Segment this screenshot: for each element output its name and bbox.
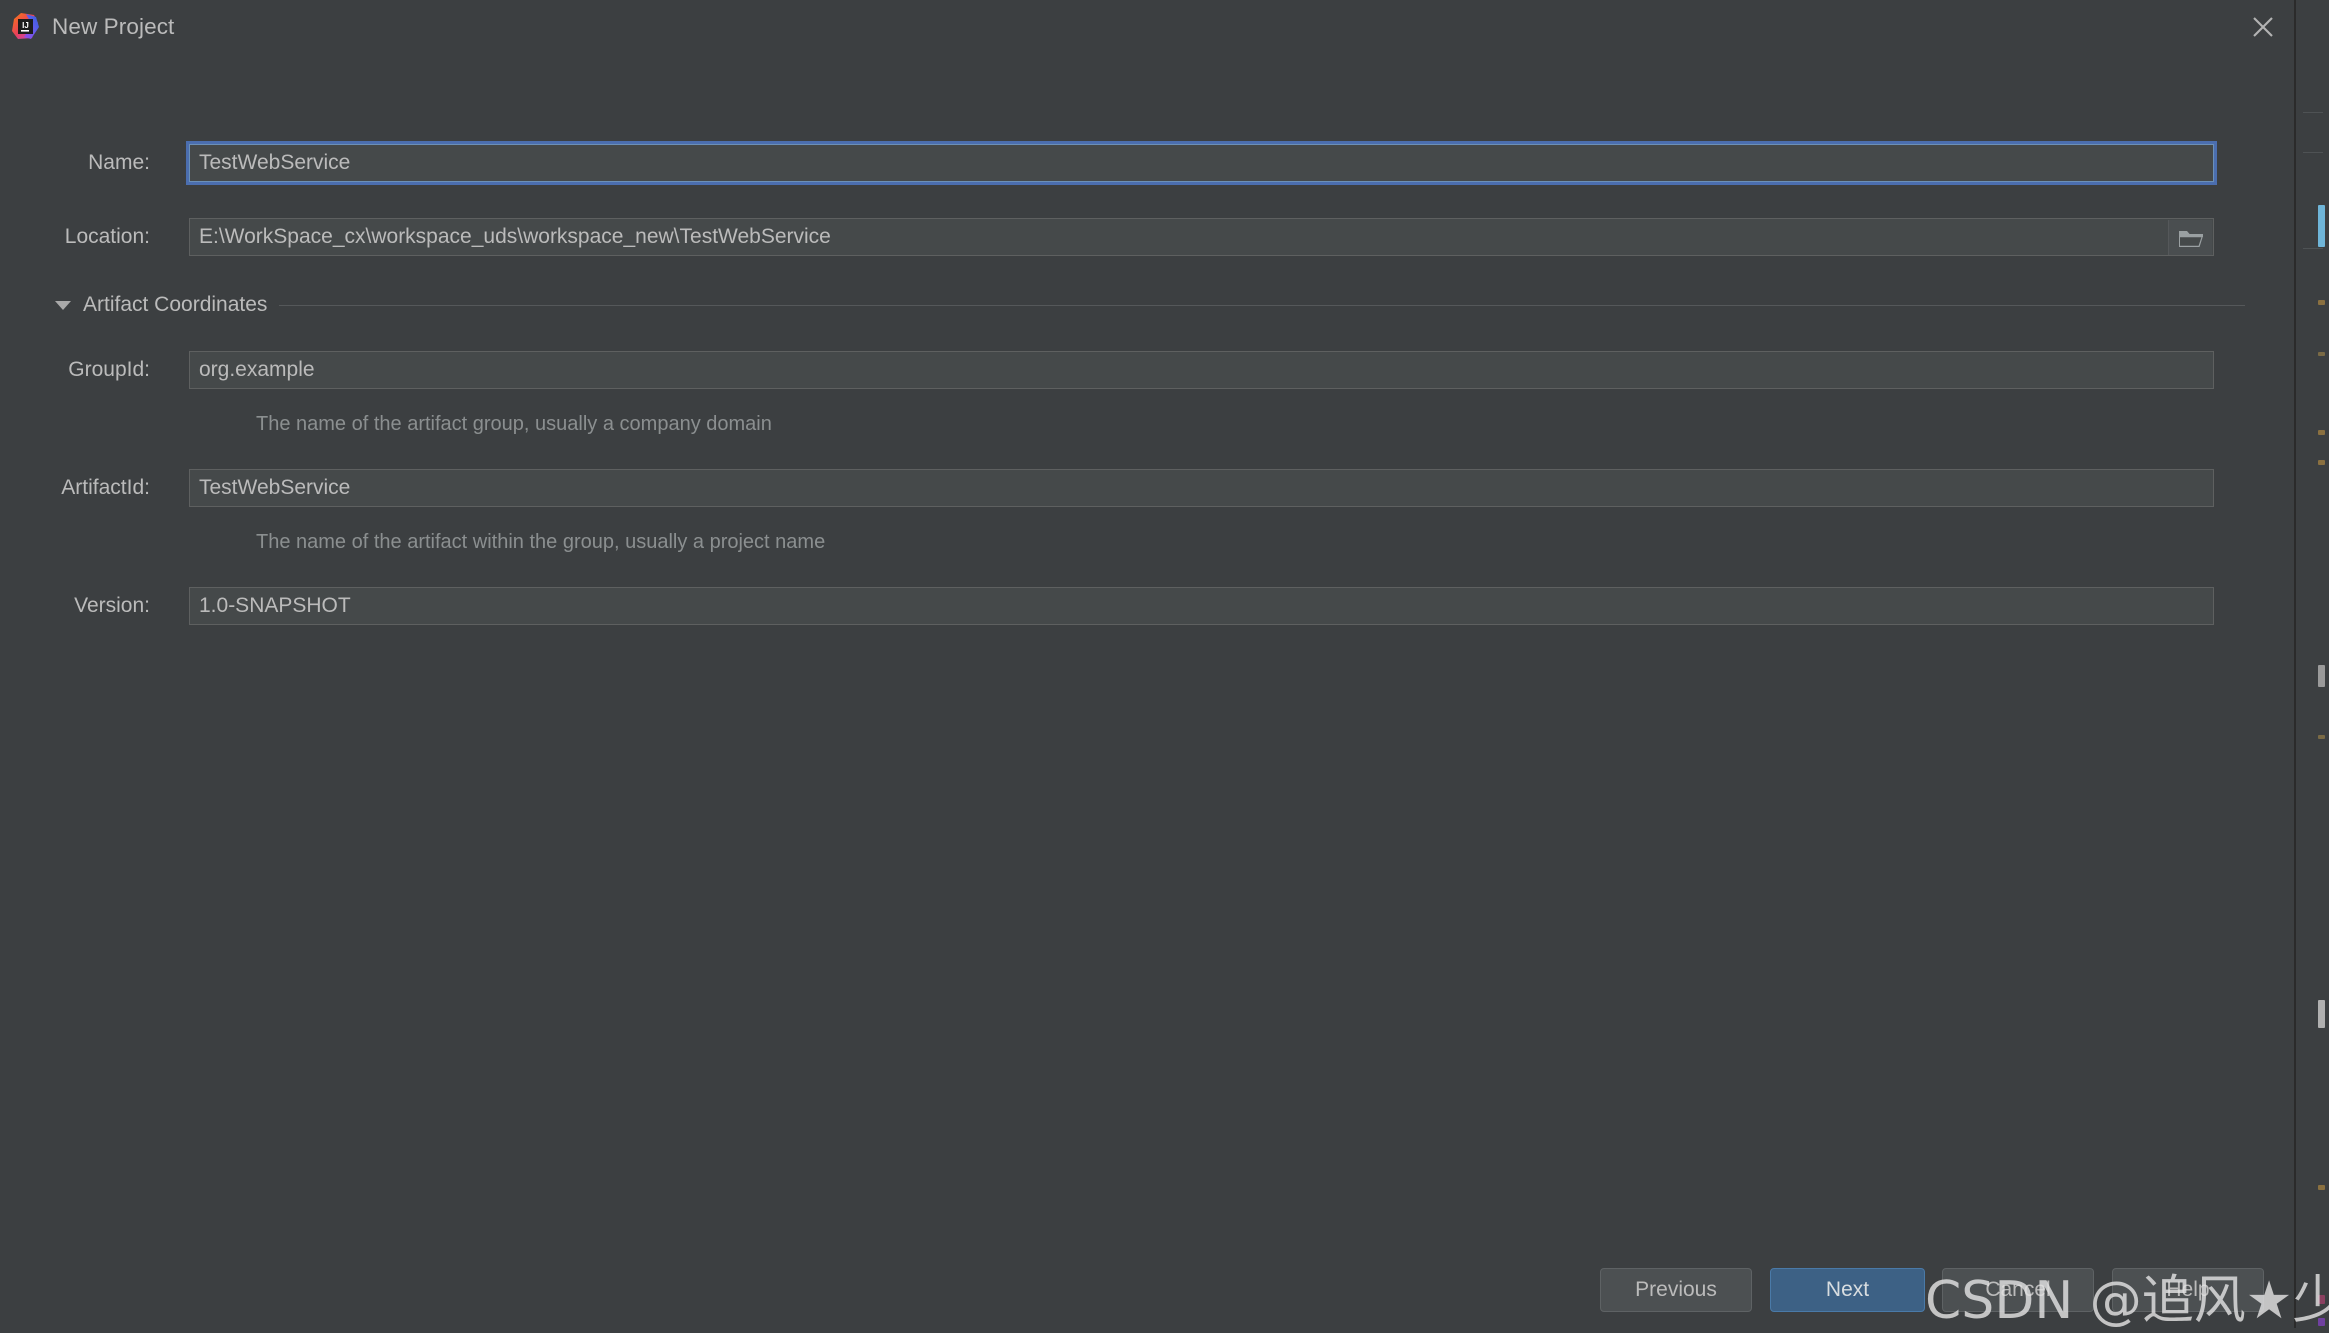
groupid-label: GroupId: [68, 358, 150, 381]
new-project-dialog: IJ New Project Name: TestWebService Loca… [0, 0, 2295, 1328]
version-input[interactable]: 1.0-SNAPSHOT [189, 587, 2214, 625]
backdrop-line [2303, 152, 2323, 153]
artifactid-input[interactable]: TestWebService [189, 469, 2214, 507]
backdrop-marker [2318, 1000, 2325, 1028]
folder-icon[interactable] [2168, 220, 2212, 255]
location-label: Location: [64, 225, 150, 248]
artifactid-row: ArtifactId: TestWebService [0, 469, 2295, 507]
intellij-idea-logo-icon: IJ [12, 13, 39, 40]
name-label: Name: [88, 151, 150, 174]
location-input-value: E:\WorkSpace_cx\workspace_uds\workspace_… [199, 224, 831, 248]
artifact-coordinates-title: Artifact Coordinates [83, 293, 268, 316]
groupid-hint: The name of the artifact group, usually … [256, 413, 772, 435]
dialog-footer: Previous Next Cancel Help [0, 1248, 2294, 1328]
dialog-title: New Project [52, 13, 175, 39]
backdrop-marker [2318, 1295, 2325, 1304]
backdrop-marker [2318, 205, 2325, 247]
next-button[interactable]: Next [1770, 1268, 1925, 1312]
location-input[interactable]: E:\WorkSpace_cx\workspace_uds\workspace_… [189, 218, 2214, 256]
groupid-input-value: org.example [199, 357, 315, 381]
backdrop-line [2303, 112, 2323, 113]
name-input[interactable]: TestWebService [186, 141, 2217, 185]
backdrop-marker [2318, 1318, 2325, 1326]
previous-button[interactable]: Previous [1600, 1268, 1752, 1312]
dialog-titlebar: IJ New Project [0, 0, 2294, 53]
background-ide-window [2295, 0, 2329, 1328]
close-icon[interactable] [2232, 0, 2294, 53]
backdrop-marker [2318, 300, 2325, 305]
section-divider [279, 304, 2245, 306]
artifactid-label: ArtifactId: [61, 476, 150, 499]
cancel-button[interactable]: Cancel [1942, 1268, 2094, 1312]
artifactid-hint: The name of the artifact within the grou… [256, 531, 826, 553]
backdrop-marker [2318, 430, 2325, 435]
version-row: Version: 1.0-SNAPSHOT [0, 587, 2295, 625]
help-button[interactable]: Help [2112, 1268, 2264, 1312]
backdrop-marker [2318, 460, 2325, 465]
artifact-coordinates-section-header[interactable]: Artifact Coordinates [55, 293, 2245, 317]
backdrop-line [2303, 248, 2323, 249]
backdrop-marker [2318, 352, 2325, 356]
backdrop-marker [2318, 735, 2325, 739]
titlebar-left-group: IJ New Project [0, 13, 174, 40]
version-label: Version: [74, 594, 150, 617]
name-row: Name: TestWebService [0, 141, 2295, 185]
groupid-row: GroupId: org.example [0, 351, 2295, 389]
groupid-input[interactable]: org.example [189, 351, 2214, 389]
name-input-value: TestWebService [199, 150, 351, 174]
backdrop-marker [2318, 665, 2325, 687]
location-row: Location: E:\WorkSpace_cx\workspace_uds\… [0, 218, 2295, 256]
version-input-value: 1.0-SNAPSHOT [199, 593, 351, 617]
backdrop-marker [2318, 1185, 2325, 1190]
chevron-down-icon[interactable] [55, 300, 71, 310]
artifactid-input-value: TestWebService [199, 475, 351, 499]
svg-text:IJ: IJ [22, 21, 29, 30]
